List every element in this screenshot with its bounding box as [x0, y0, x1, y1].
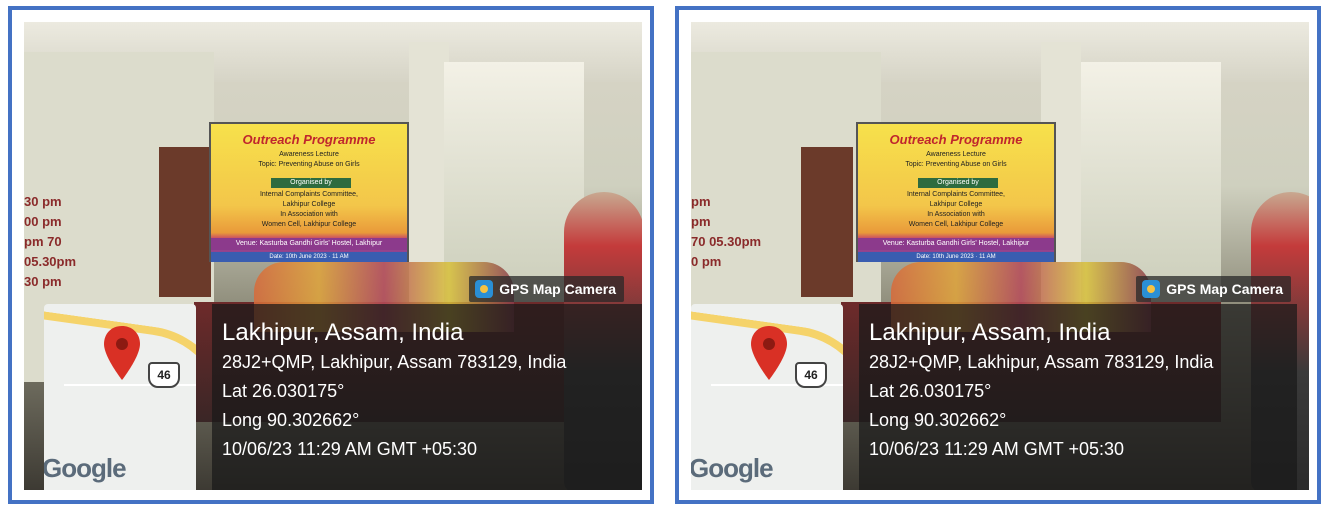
event-banner: Outreach Programme Awareness Lecture Top… [856, 122, 1056, 262]
highway-shield-icon: 46 [148, 362, 180, 388]
event-photo: pm pm 70 05.30pm 0 pm Outreach Programme… [691, 22, 1309, 490]
banner-line: Lakhipur College [282, 201, 336, 208]
banner-line: Women Cell, Lakhipur College [908, 221, 1004, 228]
door [159, 147, 211, 297]
banner-line: In Association with [280, 211, 338, 218]
banner-line: Awareness Lecture [279, 151, 339, 158]
banner-line: Internal Complaints Committee, [259, 191, 359, 198]
schedule-line: 70 05.30pm [691, 234, 762, 249]
schedule-line: 00 pm [24, 214, 62, 229]
google-logo: Google [691, 453, 774, 483]
photo-frame-right: pm pm 70 05.30pm 0 pm Outreach Programme… [675, 6, 1321, 504]
place-name: Lakhipur, Assam, India [222, 319, 464, 346]
banner-organised: Organised by [918, 178, 998, 188]
banner-organised: Organised by [271, 178, 351, 188]
location-info-panel: Lakhipur, Assam, India 28J2+QMP, Lakhipu… [859, 304, 1297, 490]
banner-line: Women Cell, Lakhipur College [261, 221, 357, 228]
banner-line: In Association with [927, 211, 985, 218]
address: 28J2+QMP, Lakhipur, Assam 783129, India [869, 352, 1214, 372]
photo-frame-left: 30 pm 00 pm pm 70 05.30pm 30 pm Outreach… [8, 6, 654, 504]
gps-map-camera-badge: GPS Map Camera [1136, 276, 1291, 302]
banner-date: Date: 10th June 2023 · 11 AM [211, 252, 407, 262]
gps-badge-label: GPS Map Camera [1166, 281, 1283, 297]
gps-map-camera-badge: GPS Map Camera [469, 276, 624, 302]
location-info-panel: Lakhipur, Assam, India 28J2+QMP, Lakhipu… [212, 304, 642, 490]
schedule-line: 30 pm [24, 194, 62, 209]
longitude: Long 90.302662° [222, 410, 360, 430]
schedule-line: pm [691, 194, 711, 209]
latitude: Lat 26.030175° [222, 381, 345, 401]
address: 28J2+QMP, Lakhipur, Assam 783129, India [222, 352, 567, 372]
schedule-line: pm [691, 214, 711, 229]
google-logo: Google [44, 453, 127, 483]
place-name: Lakhipur, Assam, India [869, 319, 1111, 346]
latitude: Lat 26.030175° [869, 381, 992, 401]
map-thumbnail: 46 Google [691, 304, 843, 490]
timestamp: 10/06/23 11:29 AM GMT +05:30 [222, 439, 478, 459]
banner-venue: Venue: Kasturba Gandhi Girls' Hostel, La… [211, 238, 407, 250]
schedule-line: pm 70 05.30pm [24, 234, 77, 269]
banner-line: Topic: Preventing Abuse on Girls [258, 161, 360, 168]
wall-schedule-text: pm pm 70 05.30pm 0 pm [691, 192, 781, 272]
banner-line: Internal Complaints Committee, [906, 191, 1006, 198]
wall-schedule-text: 30 pm 00 pm pm 70 05.30pm 30 pm [24, 192, 114, 292]
gps-camera-app-icon [1142, 280, 1161, 298]
schedule-line: 0 pm [691, 254, 722, 269]
gps-badge-label: GPS Map Camera [499, 281, 616, 297]
banner-title: Outreach Programme [242, 132, 376, 147]
door [801, 147, 853, 297]
event-photo: 30 pm 00 pm pm 70 05.30pm 30 pm Outreach… [24, 22, 642, 490]
banner-line: Lakhipur College [929, 201, 983, 208]
banner-venue: Venue: Kasturba Gandhi Girls' Hostel, La… [858, 238, 1054, 250]
map-thumbnail: 46 Google [44, 304, 196, 490]
longitude: Long 90.302662° [869, 410, 1007, 430]
banner-date: Date: 10th June 2023 · 11 AM [858, 252, 1054, 262]
banner-line: Awareness Lecture [926, 151, 986, 158]
timestamp: 10/06/23 11:29 AM GMT +05:30 [869, 439, 1125, 459]
map-pin-icon [104, 326, 140, 380]
gps-camera-app-icon [475, 280, 494, 298]
banner-title: Outreach Programme [889, 132, 1023, 147]
map-pin-icon [751, 326, 787, 380]
highway-shield-icon: 46 [795, 362, 827, 388]
banner-line: Topic: Preventing Abuse on Girls [905, 161, 1007, 168]
event-banner: Outreach Programme Awareness Lecture Top… [209, 122, 409, 262]
schedule-line: 30 pm [24, 274, 62, 289]
